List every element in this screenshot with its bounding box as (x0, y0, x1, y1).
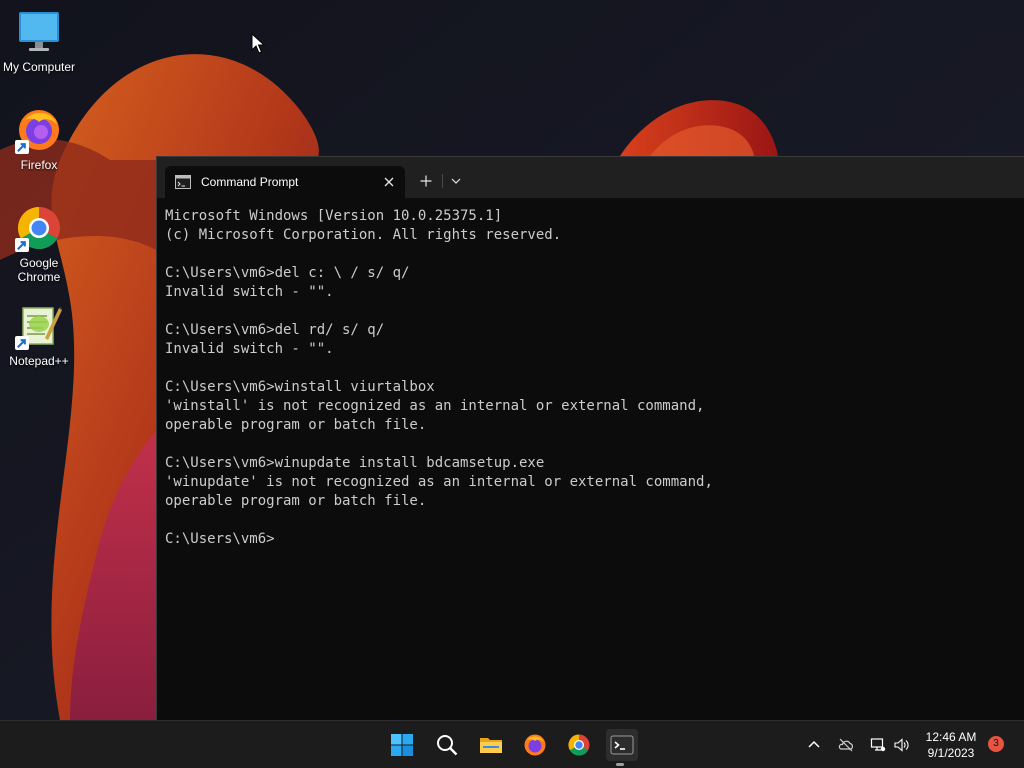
mouse-cursor-icon (251, 33, 265, 54)
search-button[interactable] (431, 729, 463, 761)
shortcut-arrow-icon (15, 140, 29, 154)
terminal-line: 'winupdate' is not recognized as an inte… (165, 474, 713, 490)
terminal-line: (c) Microsoft Corporation. All rights re… (165, 227, 562, 243)
onedrive-icon (838, 738, 854, 752)
file-explorer-button[interactable] (475, 729, 507, 761)
notepad-plus-plus-icon (15, 302, 63, 350)
chrome-icon (15, 204, 63, 252)
firefox-icon (15, 106, 63, 154)
tab-command-prompt[interactable]: Command Prompt (165, 166, 405, 198)
clock-date: 9/1/2023 (927, 746, 975, 760)
terminal-line: C:\Users\vm6> (165, 531, 275, 547)
clock-time: 12:46 AM (925, 730, 977, 744)
terminal-line: C:\Users\vm6>del c: \ / s/ q/ (165, 265, 410, 281)
start-button[interactable] (386, 729, 418, 761)
network-icon (870, 738, 886, 752)
monitor-icon (15, 8, 63, 56)
taskbar: 12:46 AM 9/1/2023 (0, 720, 1024, 768)
taskbar-clock[interactable]: 12:46 AM 9/1/2023 (916, 729, 986, 761)
terminal-line: C:\Users\vm6>winupdate install bdcamsetu… (165, 455, 545, 471)
file-explorer-icon (480, 738, 502, 753)
chevron-down-icon (451, 178, 461, 184)
shortcut-arrow-icon (15, 336, 29, 350)
search-icon (437, 735, 458, 756)
shortcut-arrow-icon (15, 238, 29, 252)
terminal-icon (610, 735, 634, 755)
tab-separator (442, 174, 443, 188)
chrome-icon (568, 734, 590, 756)
active-app-indicator (616, 763, 624, 766)
terminal-tab-bar[interactable]: Command Prompt (157, 157, 1024, 198)
onedrive-button[interactable] (836, 735, 856, 755)
terminal-line: operable program or batch file. (165, 493, 427, 509)
terminal-taskbar-button[interactable] (606, 729, 638, 761)
network-button[interactable] (868, 735, 888, 755)
cmd-icon (175, 175, 191, 189)
terminal-line: 'winstall' is not recognized as an inter… (165, 398, 705, 414)
terminal-line: Invalid switch - "". (165, 284, 334, 300)
terminal-line: C:\Users\vm6>del rd/ s/ q/ (165, 322, 385, 338)
close-icon (384, 177, 394, 187)
plus-icon (420, 175, 432, 187)
desktop-icon-firefox[interactable]: Firefox (0, 106, 78, 172)
volume-icon (894, 738, 909, 752)
tab-title: Command Prompt (201, 175, 299, 189)
terminal-output[interactable]: Microsoft Windows [Version 10.0.25375.1]… (165, 207, 1015, 549)
desktop-icon-google-chrome[interactable]: Google Chrome (0, 204, 78, 284)
show-hidden-icons-button[interactable] (804, 735, 824, 755)
terminal-line: Invalid switch - "". (165, 341, 334, 357)
firefox-icon (524, 734, 546, 756)
volume-button[interactable] (891, 735, 911, 755)
tab-dropdown-button[interactable] (444, 171, 468, 191)
terminal-line: Microsoft Windows [Version 10.0.25375.1] (165, 208, 503, 224)
terminal-line: operable program or batch file. (165, 417, 427, 433)
new-tab-button[interactable] (414, 171, 438, 191)
chevron-up-icon (808, 740, 820, 748)
desktop-icon-notepad-plus-plus[interactable]: Notepad++ (0, 302, 78, 368)
notification-badge[interactable]: 3 (988, 736, 1004, 752)
close-tab-button[interactable] (381, 174, 397, 190)
desktop-icon-label: My Computer (2, 60, 76, 74)
chrome-taskbar-button[interactable] (563, 729, 595, 761)
terminal-line: C:\Users\vm6>winstall viurtalbox (165, 379, 435, 395)
desktop-icon-my-computer[interactable]: My Computer (0, 8, 78, 74)
firefox-taskbar-button[interactable] (519, 729, 551, 761)
terminal-window[interactable]: Command Prompt Microsoft Windows [Versio… (156, 156, 1024, 721)
start-icon (391, 734, 413, 756)
